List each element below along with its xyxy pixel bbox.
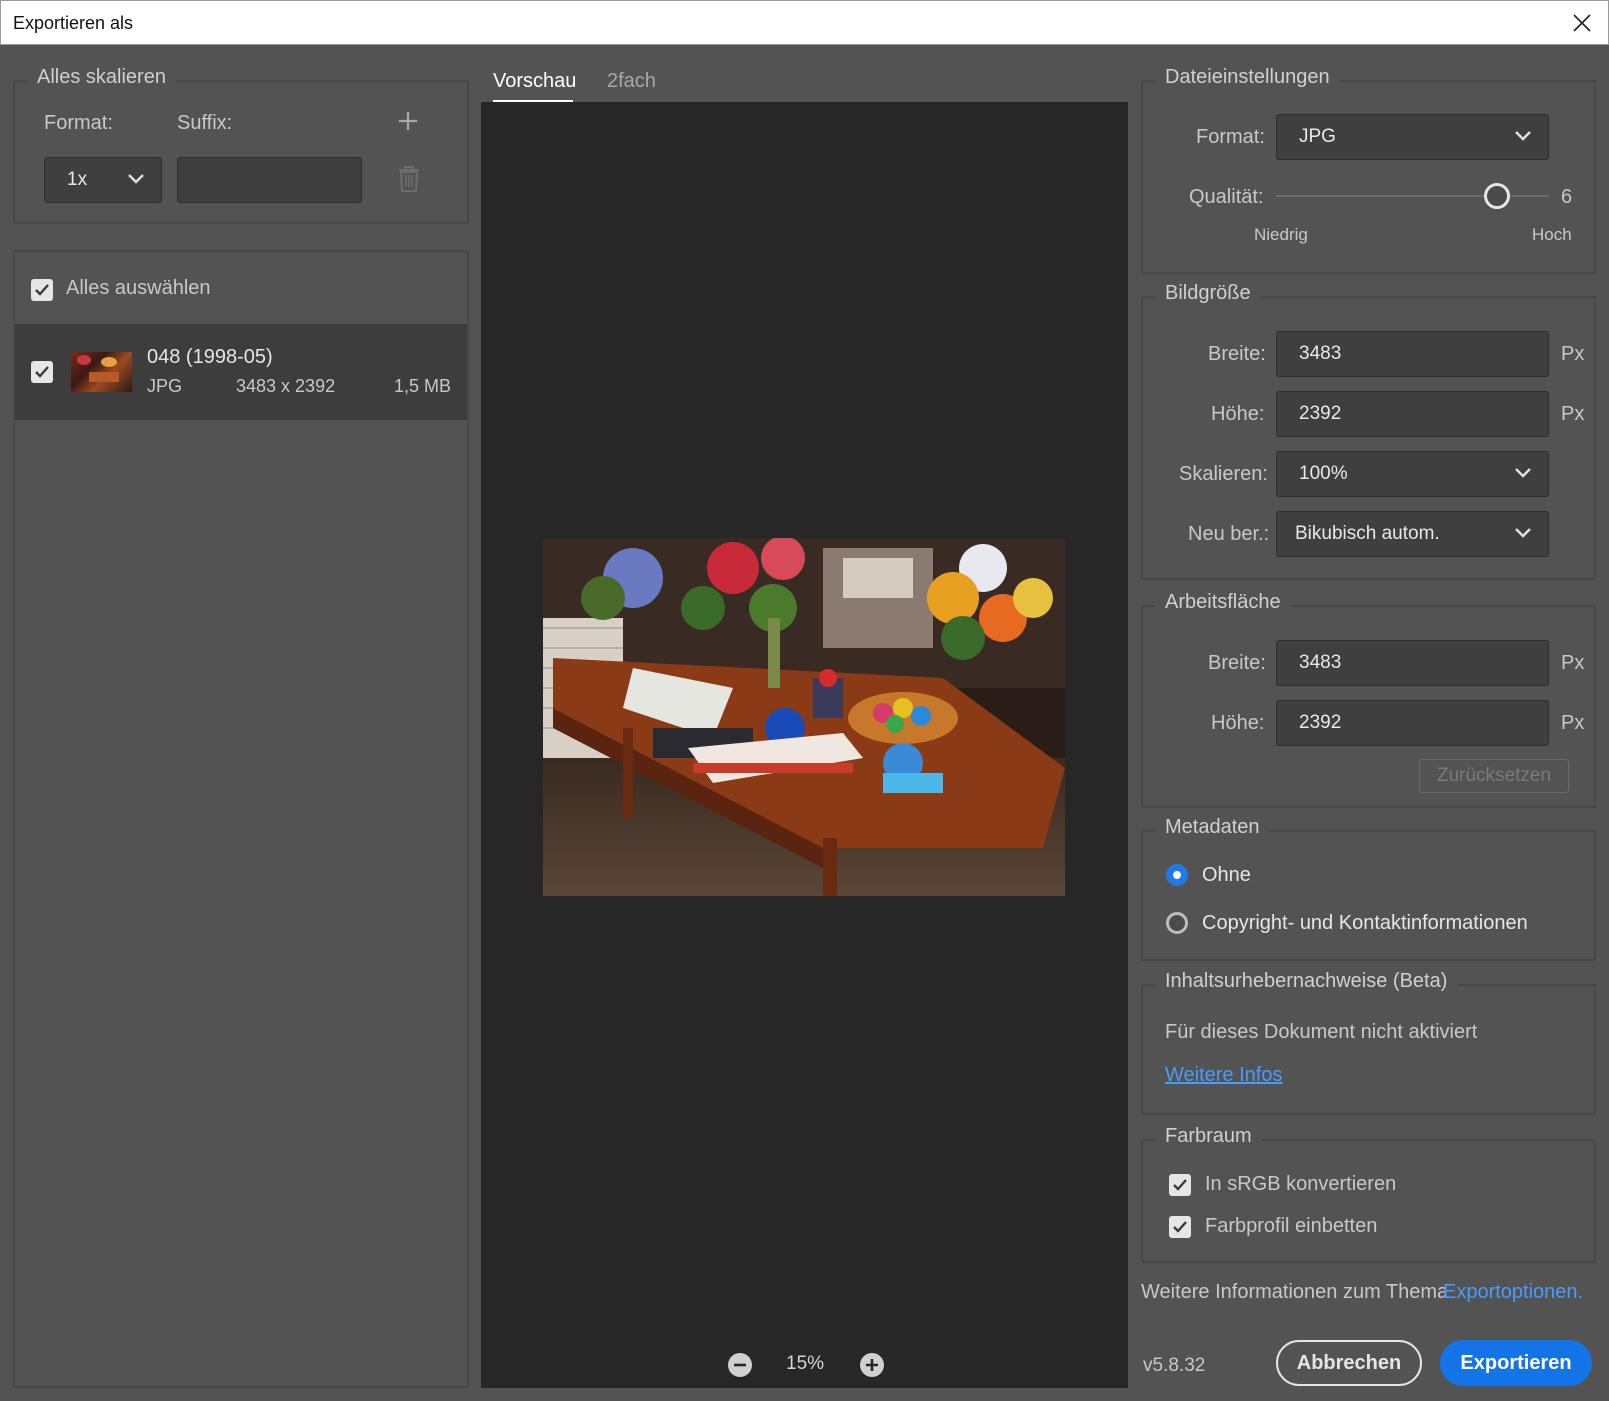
- zoom-level: 15%: [786, 1353, 825, 1374]
- preview-area: 15%: [481, 102, 1128, 1388]
- quality-slider-handle[interactable]: [1484, 183, 1510, 209]
- suffix-input[interactable]: [177, 157, 362, 203]
- window-title: Exportieren als: [13, 13, 134, 33]
- metadata-group: Metadaten Ohne Copyright- und Kontaktinf…: [1141, 816, 1596, 961]
- color-space-legend: Farbraum: [1155, 1125, 1262, 1148]
- quality-label: Qualität:: [1189, 186, 1264, 208]
- scale-value: 100%: [1299, 463, 1348, 484]
- cancel-button[interactable]: Abbrechen: [1276, 1340, 1422, 1386]
- checkmark-icon: [35, 284, 49, 296]
- image-height-unit: Px: [1561, 403, 1585, 425]
- image-width-input[interactable]: 3483: [1276, 331, 1549, 377]
- chevron-down-icon: [1515, 528, 1531, 538]
- file-settings-legend: Dateieinstellungen: [1155, 66, 1340, 89]
- resample-select[interactable]: Bikubisch autom.: [1276, 511, 1549, 557]
- more-info-link[interactable]: Weitere Infos: [1165, 1064, 1282, 1087]
- content-credentials-group: Inhaltsurhebernachweise (Beta) Für diese…: [1141, 970, 1596, 1115]
- zoom-in-icon[interactable]: [859, 1352, 885, 1378]
- metadata-copyright-label: Copyright- und Kontaktinformationen: [1202, 912, 1528, 934]
- convert-srgb-checkbox[interactable]: [1169, 1174, 1191, 1196]
- select-all-checkbox[interactable]: [31, 279, 53, 301]
- add-scale-icon[interactable]: [397, 110, 419, 132]
- scale-all-legend: Alles skalieren: [27, 66, 176, 89]
- metadata-none-label: Ohne: [1202, 864, 1251, 886]
- checkmark-icon: [1173, 1179, 1187, 1191]
- scale-label: Skalieren:: [1179, 463, 1268, 485]
- canvas-legend: Arbeitsfläche: [1155, 591, 1291, 614]
- scale-all-group: Alles skalieren Format: Suffix: 1x: [13, 66, 469, 224]
- tab-preview[interactable]: Vorschau: [493, 70, 576, 93]
- chevron-down-icon: [1515, 131, 1531, 141]
- resample-value: Bikubisch autom.: [1295, 523, 1440, 544]
- metadata-none-radio[interactable]: [1166, 864, 1188, 886]
- preview-image: [543, 538, 1065, 896]
- asset-size: 1,5 MB: [394, 376, 452, 396]
- quality-high-label: Hoch: [1532, 225, 1572, 244]
- image-size-legend: Bildgröße: [1155, 282, 1261, 305]
- scale-select[interactable]: 100%: [1276, 451, 1549, 497]
- checkmark-icon: [1173, 1221, 1187, 1233]
- file-format-value: JPG: [1299, 126, 1336, 147]
- assets-list: Alles auswählen 048 (1998-05) JPG 3483 x…: [13, 250, 469, 1388]
- content-credentials-status: Für dieses Dokument nicht aktiviert: [1165, 1021, 1478, 1043]
- select-all-label: Alles auswählen: [66, 277, 211, 299]
- quality-value: 6: [1561, 186, 1573, 208]
- embed-profile-label: Farbprofil einbetten: [1205, 1215, 1378, 1237]
- image-size-group: Bildgröße Breite: 3483 Px Höhe: 2392 Px …: [1141, 282, 1596, 580]
- checkmark-icon: [35, 366, 49, 378]
- asset-row[interactable]: 048 (1998-05) JPG 3483 x 2392 1,5 MB: [15, 324, 467, 420]
- export-options-link[interactable]: Exportoptionen.: [1443, 1281, 1583, 1304]
- scale-format-select[interactable]: 1x: [44, 157, 162, 203]
- file-format-select[interactable]: JPG: [1276, 114, 1549, 160]
- image-width-label: Breite:: [1208, 343, 1266, 365]
- title-bar: Exportieren als: [0, 0, 1609, 45]
- asset-thumbnail: [71, 352, 132, 392]
- version-label: v5.8.32: [1143, 1355, 1206, 1376]
- chevron-down-icon: [1515, 468, 1531, 478]
- asset-dimensions: 3483 x 2392: [236, 376, 336, 396]
- file-format-label: Format:: [1196, 126, 1265, 148]
- color-space-group: Farbraum In sRGB konvertieren Farbprofil…: [1141, 1125, 1596, 1263]
- content-credentials-legend: Inhaltsurhebernachweise (Beta): [1155, 970, 1458, 993]
- image-width-unit: Px: [1561, 343, 1585, 365]
- scale-format-label: Format:: [44, 112, 113, 134]
- canvas-height-label: Höhe:: [1211, 712, 1265, 734]
- trash-icon[interactable]: [397, 166, 421, 192]
- asset-checkbox[interactable]: [31, 361, 53, 383]
- scale-format-value: 1x: [67, 169, 88, 190]
- suffix-label: Suffix:: [177, 112, 233, 134]
- file-settings-group: Dateieinstellungen Format: JPG Qualität:…: [1141, 66, 1596, 274]
- footer-info-text: Weitere Informationen zum Thema: [1141, 1281, 1449, 1303]
- close-icon[interactable]: [1570, 11, 1594, 35]
- canvas-width-unit: Px: [1561, 652, 1585, 674]
- embed-profile-checkbox[interactable]: [1169, 1216, 1191, 1238]
- metadata-copyright-radio[interactable]: [1166, 912, 1188, 934]
- chevron-down-icon: [128, 174, 144, 184]
- canvas-width-label: Breite:: [1208, 652, 1266, 674]
- canvas-height-input[interactable]: 2392: [1276, 700, 1549, 746]
- export-button[interactable]: Exportieren: [1440, 1340, 1592, 1386]
- asset-format: JPG: [147, 376, 183, 396]
- reset-button[interactable]: Zurücksetzen: [1419, 759, 1569, 793]
- metadata-legend: Metadaten: [1155, 816, 1270, 839]
- asset-name: 048 (1998-05): [147, 346, 273, 368]
- resample-label: Neu ber.:: [1188, 523, 1270, 545]
- canvas-width-input[interactable]: 3483: [1276, 640, 1549, 686]
- canvas-height-unit: Px: [1561, 712, 1585, 734]
- tab-2x[interactable]: 2fach: [607, 70, 656, 93]
- quality-low-label: Niedrig: [1254, 225, 1308, 244]
- zoom-out-icon[interactable]: [727, 1352, 753, 1378]
- image-height-label: Höhe:: [1211, 403, 1265, 425]
- canvas-group: Arbeitsfläche Breite: 3483 Px Höhe: 2392…: [1141, 591, 1596, 808]
- convert-srgb-label: In sRGB konvertieren: [1205, 1173, 1397, 1195]
- image-height-input[interactable]: 2392: [1276, 391, 1549, 437]
